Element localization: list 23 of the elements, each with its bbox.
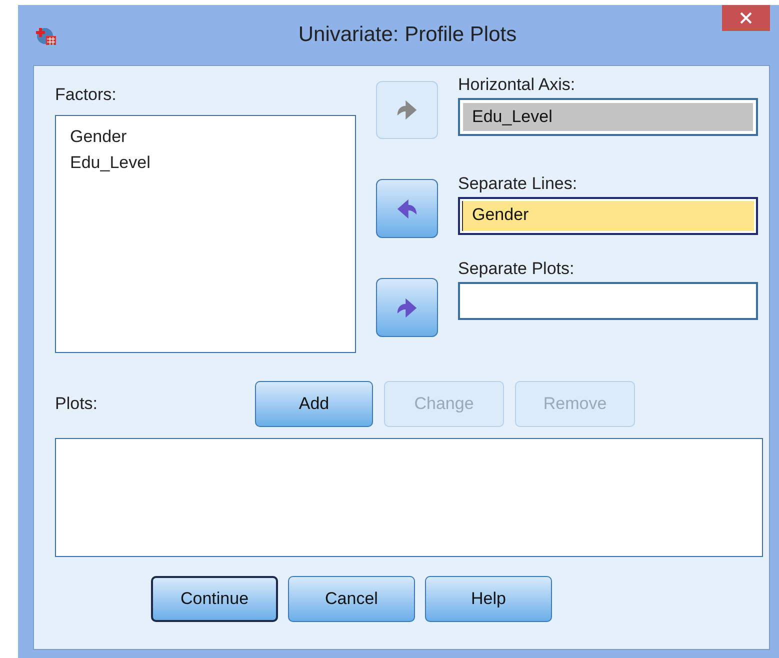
dialog-button[interactable]: Cancel: [288, 576, 415, 622]
target-field[interactable]: Gender: [458, 197, 758, 235]
target-label: Horizontal Axis:: [458, 75, 576, 95]
dialog-button[interactable]: Help: [425, 576, 552, 622]
dialog-button[interactable]: Continue: [151, 576, 278, 622]
close-button[interactable]: [722, 5, 770, 31]
target-field[interactable]: Edu_Level: [458, 98, 758, 136]
factors-listbox[interactable]: Gender Edu_Level: [55, 115, 356, 353]
move-button[interactable]: [376, 278, 438, 337]
factor-item[interactable]: Gender: [70, 124, 127, 150]
plot-button[interactable]: Add: [255, 381, 373, 427]
close-icon: [740, 12, 752, 24]
factors-label: Factors:: [55, 84, 118, 104]
arrow-icon: [396, 296, 418, 320]
target-label: Separate Plots:: [458, 259, 574, 279]
move-button[interactable]: [376, 179, 438, 238]
factor-item[interactable]: Edu_Level: [70, 150, 150, 176]
plots-label: Plots:: [55, 393, 99, 416]
arrow-icon: [396, 98, 418, 122]
target-label: Separate Lines:: [458, 174, 578, 194]
arrow-icon: [396, 196, 418, 220]
target-field[interactable]: [458, 282, 758, 320]
window-title: Univariate: Profile Plots: [297, 22, 518, 48]
